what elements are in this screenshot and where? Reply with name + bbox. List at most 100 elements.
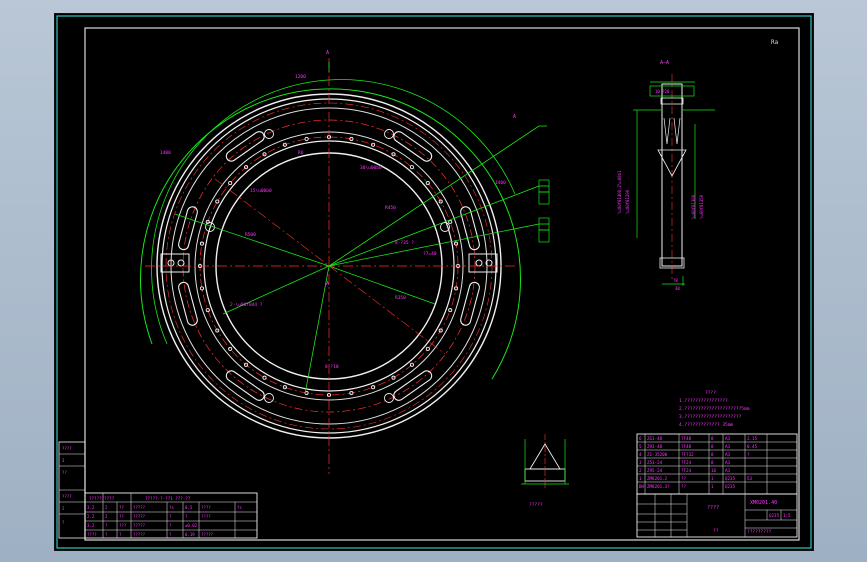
notes-heading: ???? [705, 390, 716, 396]
parts-list-cell: Z1-35200 [647, 452, 668, 457]
revision-table: ?????????? ?????-?-??1 ???-?? 3.2 2??????… [84, 492, 258, 539]
svg-text:10 ?20: 10 ?20 [655, 89, 670, 94]
revision-cell: 2 [105, 514, 108, 519]
svg-text:\u00f81300: \u00f81300 [691, 194, 696, 219]
parts-list-cell: ?? [681, 476, 687, 481]
left-strip-table: ???? 3?????? 2? [58, 441, 86, 539]
revision-cell: ????? [133, 505, 146, 510]
parts-list-cell: A3 [725, 444, 731, 449]
revision-cell: ? [119, 532, 122, 537]
scale: 1:5 [783, 513, 791, 518]
parts-list-cell: ?F24 [681, 460, 692, 465]
revision-cell: ????? [133, 514, 146, 519]
revision-cell: ????? [201, 532, 214, 537]
note-line: 3.????????????????????? [679, 414, 742, 420]
revision-cell: ?? [119, 514, 124, 519]
parts-list-cell: Z53-24 [647, 460, 663, 465]
revision-cell: 3.2 [87, 505, 95, 510]
detail-caption: ????? [529, 502, 543, 508]
strip-cell: 3 [62, 458, 65, 463]
outer-frame [56, 15, 812, 549]
revision-cell: ?s [237, 505, 242, 510]
bolt-hole [262, 375, 267, 380]
section-title: A—A [660, 60, 669, 66]
revision-cell: ? [185, 514, 188, 519]
view-label-a: A [326, 50, 329, 56]
bolt-hole [371, 385, 376, 390]
revision-cell: ?s [169, 505, 174, 510]
title-block: XM0201.40 ???? Q235 1:5 ????????? ?? [636, 493, 798, 538]
parts-list-cell: ? [747, 452, 750, 457]
revision-cell: 0.5 [185, 505, 193, 510]
parts-list-cell: Z93-48 [647, 444, 663, 449]
bolt-hole [228, 181, 233, 186]
strip-cell: ? [62, 520, 65, 525]
parts-list-cell: 6 [639, 436, 642, 441]
revision-cell: ???? [201, 514, 211, 519]
svg-text:\u00f81350: \u00f81350 [699, 194, 704, 219]
center-label-a: A [326, 281, 329, 287]
revision-cell: 2 [105, 505, 108, 510]
parts-list-cell: ZM8201.2 [647, 476, 668, 481]
revision-cell: ? [169, 523, 172, 528]
bolt-hole [448, 308, 453, 313]
svg-text:1400: 1400 [160, 150, 171, 156]
bolt-hole [448, 219, 453, 224]
bolt-hole [409, 165, 414, 170]
strip-cell: ?? [62, 470, 67, 475]
parts-list-cell: 5 [639, 444, 642, 449]
revision-cell: ±0.02 [185, 523, 198, 528]
svg-text:?7=40: ?7=40 [423, 251, 437, 257]
parts-list-cell: ?F48 [681, 436, 692, 441]
revision-header-right: ?????-?-??1 ???-?? [145, 496, 191, 501]
svg-text:\u00f81200: \u00f81200 [625, 189, 630, 214]
revision-cell: 3.2 [87, 523, 95, 528]
bolt-hole [304, 136, 309, 142]
svg-text:30\u00b0: 30\u00b0 [360, 165, 382, 171]
parts-list-cell: 1 [711, 484, 714, 489]
parts-list-cell: Z95-24 [647, 468, 663, 473]
drawing-number: XM0201.40 [750, 500, 777, 506]
parts-list-cell: A3 [725, 452, 731, 457]
section-view: A—A 10 ?20 \u00f81400.2\u00b1 \u00f81200… [617, 60, 715, 291]
revision-header-left: ?????????? [89, 496, 115, 501]
revision-cell: ???? [87, 532, 97, 537]
parts-list-cell: 3 [639, 460, 642, 465]
parts-list-cell: ?? [681, 484, 687, 489]
svg-text:\u00f81400.2\u00b1: \u00f81400.2\u00b1 [617, 170, 622, 214]
strip-cell: ???? [62, 494, 72, 499]
parts-list-cell: 8 [711, 436, 714, 441]
section-arrow-label: A [513, 114, 516, 120]
note-line: 4.????????????? 35mm [679, 422, 733, 428]
revision-cell: 2.2 [87, 514, 95, 519]
parts-list-cell: 8 [711, 444, 714, 449]
bolt-hole [205, 308, 210, 313]
bolt-hole [215, 199, 220, 204]
parts-list-cell: 4 [639, 452, 642, 457]
note-line: 1.???????????????? [679, 398, 728, 404]
revision-cell: ????? [133, 532, 146, 537]
surface-finish-mark: Ra [771, 39, 779, 46]
revision-cell: ????? [133, 523, 146, 528]
revision-cell: ? [169, 514, 172, 519]
svg-text:30: 30 [675, 286, 680, 291]
svg-text:1400: 1400 [495, 180, 506, 186]
detail-view: ????? [521, 434, 569, 508]
parts-list-cell: A3 [725, 460, 731, 465]
drawer-name: ?? [713, 528, 719, 534]
parts-list-cell: ZM8201.3? [647, 484, 670, 489]
parts-list-cell: Q235 [725, 484, 736, 489]
drawing-sheet: Ra 1200 1400 1400 R450 8-?35 ? R500 2-\u… [54, 13, 814, 551]
revision-cell: ? [169, 532, 172, 537]
revision-cell: ?? [119, 505, 124, 510]
parts-list-cell: ?F24 [681, 468, 692, 473]
svg-text:2-\u00f844 ?: 2-\u00f844 ? [230, 302, 263, 308]
ring-plan-view: 1200 1400 1400 R450 8-?35 ? R500 2-\u00f… [140, 50, 550, 474]
parts-list-cell: BH [639, 484, 645, 489]
svg-text:1200: 1200 [295, 74, 306, 80]
svg-text:15\u00b0: 15\u00b0 [250, 188, 272, 194]
svg-text:R500: R500 [245, 232, 256, 238]
technical-notes: ???? 1.???????????????? 2.??????????????… [679, 390, 750, 428]
right-clamp [468, 253, 498, 273]
material: Q235 [769, 513, 780, 518]
